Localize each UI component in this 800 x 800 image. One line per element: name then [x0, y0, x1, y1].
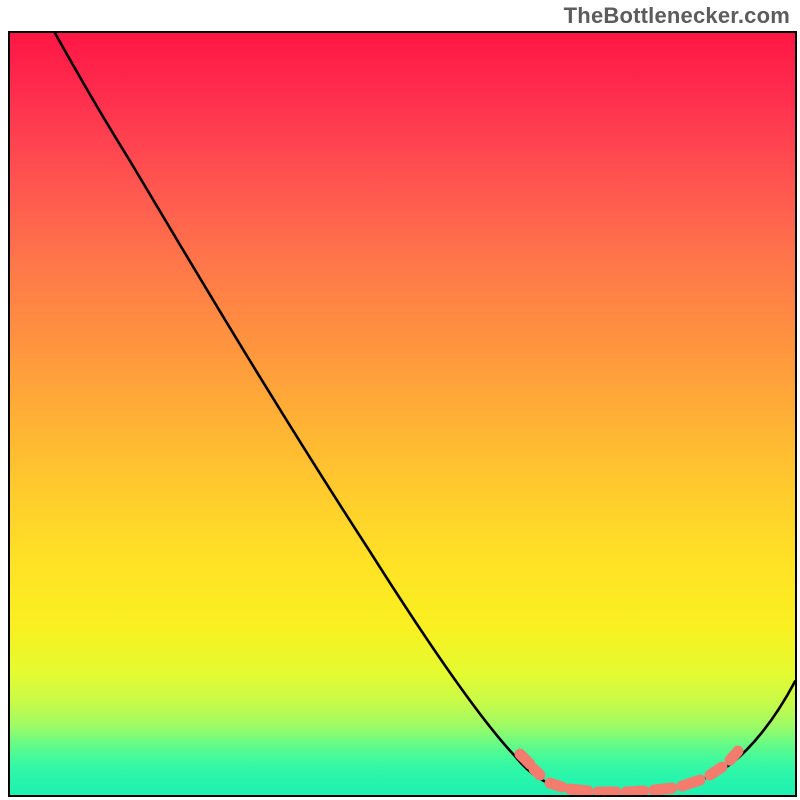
- highlight-dashes: [520, 751, 738, 792]
- bottleneck-curve: [55, 33, 795, 792]
- attribution-label: TheBottlenecker.com: [564, 3, 790, 29]
- plot-area: [8, 31, 797, 797]
- chart-container: TheBottlenecker.com: [0, 0, 800, 800]
- curve-overlay: [10, 33, 795, 795]
